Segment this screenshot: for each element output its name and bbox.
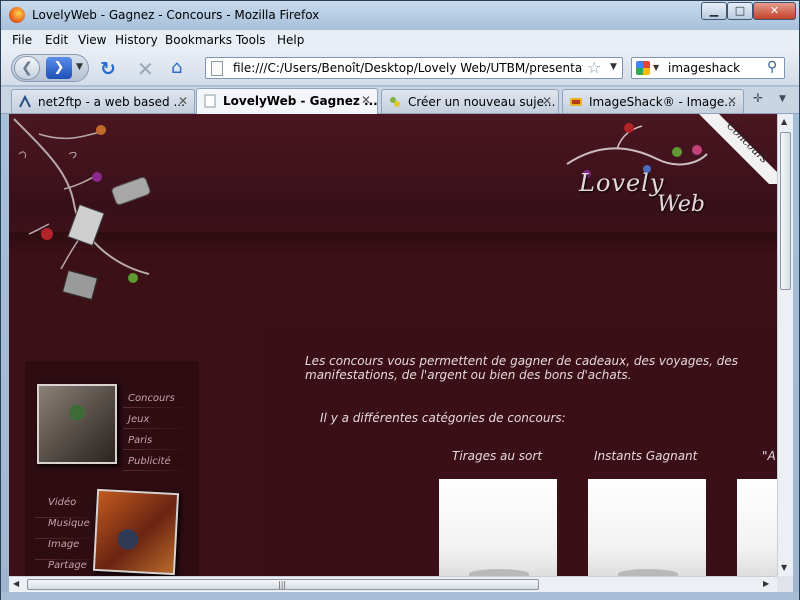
back-button[interactable]: ❮ <box>14 56 40 80</box>
search-bar[interactable]: ▼ imageshack ⚲ <box>631 57 785 79</box>
search-input[interactable]: imageshack <box>668 61 740 75</box>
page-favicon-icon <box>204 94 216 108</box>
menu-edit[interactable]: Edit <box>45 33 68 47</box>
net2ftp-favicon-icon <box>19 95 31 108</box>
close-tab-icon[interactable]: ✕ <box>361 93 371 107</box>
sidebar-panel: Concours Jeux Paris Publicité Vidéo Musi… <box>25 361 199 576</box>
bookmark-star-icon[interactable]: ☆ <box>587 58 601 77</box>
close-window-button[interactable]: ✕ <box>753 2 796 20</box>
card-third[interactable] <box>737 479 777 576</box>
url-bar[interactable]: file:///C:/Users/Benoît/Desktop/Lovely W… <box>205 57 623 79</box>
forum-favicon-icon <box>390 97 400 107</box>
engine-dropdown-icon[interactable]: ▼ <box>653 63 659 72</box>
page-viewport: Concours Lovely Web Concours Jeux Paris … <box>9 114 777 576</box>
grip-icon: ||| <box>278 580 287 589</box>
maximize-button[interactable]: □ <box>727 2 753 20</box>
column-a: "A <box>762 449 776 463</box>
history-dropdown-icon[interactable]: ▼ <box>76 62 83 72</box>
logo-web: Web <box>657 192 705 217</box>
scroll-up-icon[interactable]: ▲ <box>781 117 787 126</box>
card-instants[interactable] <box>588 479 706 576</box>
back-forward-group: ❮ ❯ ▼ <box>11 54 89 82</box>
intro-line-1: Les concours vous permettent de gagner d… <box>305 354 738 368</box>
home-icon[interactable]: ⌂ <box>171 57 182 78</box>
title-bar: LovelyWeb - Gagnez - Concours - Mozilla … <box>1 1 799 29</box>
horizontal-scroll-thumb[interactable]: ||| <box>27 579 539 590</box>
scroll-left-icon[interactable]: ◀ <box>13 579 19 588</box>
menu-view[interactable]: View <box>78 33 106 47</box>
card-image <box>618 569 678 576</box>
status-bar <box>1 592 799 600</box>
url-text[interactable]: file:///C:/Users/Benoît/Desktop/Lovely W… <box>233 61 583 75</box>
nav-partage[interactable]: Partage <box>48 560 87 571</box>
guitar-photo <box>92 488 180 576</box>
tab-imageshack[interactable]: ImageShack® - Image... ✕ <box>562 89 744 113</box>
menu-history[interactable]: History <box>115 33 158 47</box>
tab-label: ImageShack® - Image... <box>589 95 736 109</box>
menu-bookmarks[interactable]: Bookmarks <box>165 33 232 47</box>
close-tab-icon[interactable]: ✕ <box>542 94 552 108</box>
logo-lovely: Lovely <box>579 169 665 197</box>
tab-lovelyweb[interactable]: LovelyWeb - Gagnez ... ✕ <box>196 88 378 114</box>
nav-video[interactable]: Vidéo <box>48 497 76 508</box>
scroll-down-icon[interactable]: ▼ <box>781 563 787 572</box>
categories-title: Il y a différentes catégories de concour… <box>320 411 566 425</box>
intro-paragraph: Les concours vous permettent de gagner d… <box>305 354 775 382</box>
nav-publicite[interactable]: Publicité <box>128 456 171 467</box>
clover-photo <box>37 384 117 464</box>
nav-image[interactable]: Image <box>48 539 79 550</box>
column-tirages: Tirages au sort <box>452 449 543 463</box>
close-tab-icon[interactable]: ✕ <box>727 94 737 108</box>
new-tab-icon[interactable]: ✛ <box>753 91 763 105</box>
decorative-branch-illustration <box>13 118 151 301</box>
nav-musique[interactable]: Musique <box>48 518 90 529</box>
menu-file[interactable]: File <box>12 33 32 47</box>
scrollbar-corner <box>777 576 793 592</box>
menu-tools[interactable]: Tools <box>236 33 266 47</box>
card-tirages[interactable] <box>439 479 557 576</box>
intro-line-2: manifestations, de l'argent ou bien des … <box>305 368 632 382</box>
forward-button[interactable]: ❯ <box>46 57 72 79</box>
horizontal-scrollbar[interactable]: ◀ ||| ▶ <box>9 576 777 592</box>
tab-creer-sujet[interactable]: Créer un nouveau suje... ✕ <box>381 89 559 113</box>
tab-list-icon[interactable]: ▼ <box>779 94 786 104</box>
search-icon[interactable]: ⚲ <box>767 59 777 75</box>
tab-label: LovelyWeb - Gagnez ... <box>223 94 378 108</box>
menu-help[interactable]: Help <box>277 33 304 47</box>
divider <box>123 449 193 450</box>
stop-icon[interactable]: ✕ <box>137 57 154 81</box>
nav-jeux[interactable]: Jeux <box>128 414 149 425</box>
nav-concours[interactable]: Concours <box>128 393 175 404</box>
page-icon <box>211 61 223 76</box>
divider <box>123 428 193 429</box>
card-image <box>469 569 529 576</box>
tab-label: Créer un nouveau suje... <box>408 95 556 109</box>
column-instants: Instants Gagnant <box>594 449 698 463</box>
vertical-scroll-thumb[interactable] <box>780 132 791 290</box>
firefox-logo-icon <box>9 7 25 23</box>
menu-bar: File Edit View History Bookmarks Tools H… <box>1 30 799 50</box>
google-engine-icon[interactable] <box>636 61 650 75</box>
navigation-toolbar: ❮ ❯ ▼ ↻ ✕ ⌂ file:///C:/Users/Benoît/Desk… <box>1 50 799 86</box>
minimize-button[interactable]: ▁ <box>701 2 727 20</box>
tab-bar: net2ftp - a web based ... ✕ LovelyWeb - … <box>1 87 799 114</box>
divider <box>123 470 193 471</box>
tab-net2ftp[interactable]: net2ftp - a web based ... ✕ <box>11 89 195 113</box>
window-title: LovelyWeb - Gagnez - Concours - Mozilla … <box>32 8 320 22</box>
reload-icon[interactable]: ↻ <box>100 58 116 80</box>
close-tab-icon[interactable]: ✕ <box>178 94 188 108</box>
browser-window: LovelyWeb - Gagnez - Concours - Mozilla … <box>0 0 800 600</box>
tab-label: net2ftp - a web based ... <box>38 95 185 109</box>
url-dropdown-icon[interactable]: ▼ <box>610 62 617 72</box>
imageshack-favicon-icon <box>570 98 582 106</box>
vertical-scrollbar[interactable]: ▲ ▼ <box>777 114 793 576</box>
scroll-right-icon[interactable]: ▶ <box>763 579 769 588</box>
divider <box>123 407 193 408</box>
nav-paris[interactable]: Paris <box>128 435 152 446</box>
